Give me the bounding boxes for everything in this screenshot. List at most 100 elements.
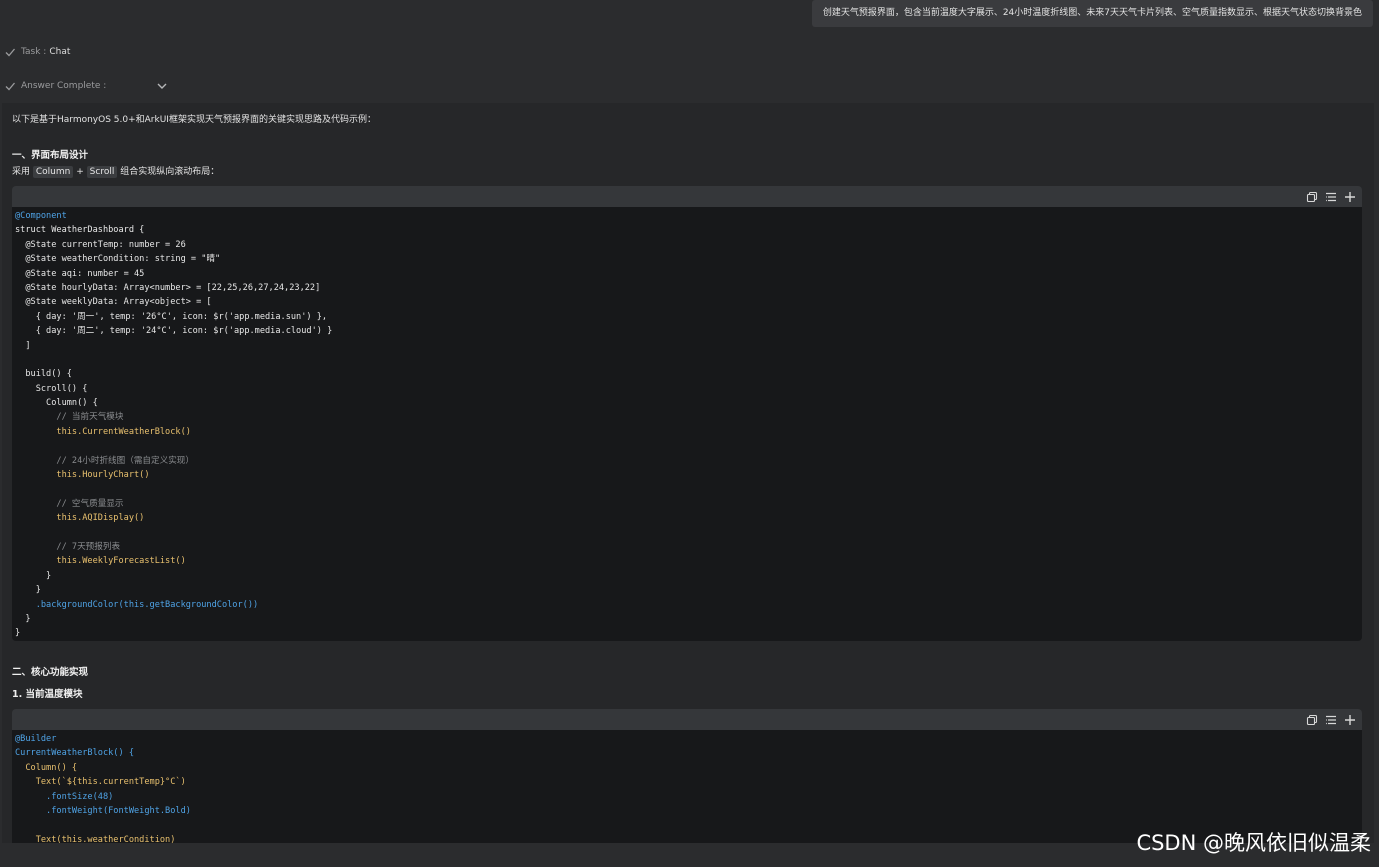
code-line: this.WeeklyForecastList() [15,554,1362,568]
code-token: Scroll() { [15,383,88,394]
code-line: // 7天预报列表 [15,540,1362,554]
code-token: this.WeeklyForecastList() [15,556,186,567]
code-token: } [15,585,41,596]
code-token: // 7天预报列表 [15,541,121,552]
watermark: CSDN @晚风依旧似温柔 [1136,831,1371,855]
code-token: Column() { [15,398,98,409]
code-line: this.CurrentWeatherBlock() [15,425,1362,439]
copy-icon[interactable] [1306,714,1318,726]
expand-icon[interactable] [1344,191,1356,203]
code-token: @Component [15,211,67,221]
answer-status-label: Answer Complete : [21,81,107,91]
wrap-lines-icon[interactable] [1325,714,1337,726]
code-block: @Component struct WeatherDashboard { @St… [12,186,1362,641]
chevron-down-icon[interactable] [156,80,168,92]
code-token: ] [15,340,31,351]
code-line: // 空气质量显示 [15,497,1362,511]
check-icon [5,82,15,91]
code-token: // 空气质量显示 [15,498,124,509]
code-token: @State aqi: number = 45 [15,268,145,279]
section-heading: 二、核心功能实现 [12,667,89,678]
code-body: @Component struct WeatherDashboard { @St… [12,207,1362,641]
section-description: 采用 Column + Scroll 组合实现纵向滚动布局： [12,164,220,178]
code-token: @State weatherCondition: string = "晴" [15,254,221,265]
code-toolbar [12,709,1362,730]
code-line: // 当前天气模块 [15,410,1362,424]
chat-page: 创建天气预报界面，包含当前温度大字展示、24小时温度折线图、未来7天天气卡片列表… [0,0,1379,867]
code-toolbar [12,186,1362,207]
code-line: @Component [15,209,1362,223]
expand-icon[interactable] [1344,714,1356,726]
code-line: @State currentTemp: number = 26 [15,238,1362,252]
user-message-text: 创建天气预报界面，包含当前温度大字展示、24小时温度折线图、未来7天天气卡片列表… [822,8,1362,18]
code-token: struct WeatherDashboard { [15,225,145,236]
answer-intro: 以下是基于HarmonyOS 5.0+和ArkUI框架实现天气预报界面的关键实现… [12,115,376,125]
desc-prefix: 采用 [12,167,31,177]
check-icon [5,48,15,57]
code-token: // 当前天气模块 [15,412,124,423]
code-token: CurrentWeatherBlock() { [15,748,134,759]
desc-plus: + [76,167,84,177]
code-token: { day: '周一', temp: '26°C', icon: $r('app… [15,311,328,322]
wrap-lines-icon[interactable] [1325,191,1337,203]
code-line: { day: '周二', temp: '24°C', icon: $r('app… [15,324,1362,338]
code-token: // 24小时折线图（需自定义实现） [15,455,194,466]
code-line: build() { [15,367,1362,381]
code-token: { day: '周二', temp: '24°C', icon: $r('app… [15,326,333,337]
code-token: this.CurrentWeatherBlock() [15,426,191,437]
answer-panel: 以下是基于HarmonyOS 5.0+和ArkUI框架实现天气预报界面的关键实现… [2,103,1374,843]
code-token: } [15,628,21,639]
task-value: Chat [49,47,71,57]
code-line: // 24小时折线图（需自定义实现） [15,454,1362,468]
code-line: this.AQIDisplay() [15,511,1362,525]
inline-code-scroll: Scroll [86,166,118,178]
code-line: { day: '周一', temp: '26°C', icon: $r('app… [15,310,1362,324]
code-line: @State weeklyData: Array<object> = [ [15,295,1362,309]
code-token: Column() { [15,762,78,773]
code-token: @Builder [15,734,57,744]
code-line: @Builder [15,732,1362,746]
desc-suffix: 组合实现纵向滚动布局： [120,167,220,177]
code-token: @State weeklyData: Array<object> = [ [15,297,212,308]
code-token: this.AQIDisplay() [15,513,145,524]
code-line: this.HourlyChart() [15,468,1362,482]
code-line: Scroll() { [15,382,1362,396]
code-token: } [15,613,31,624]
subsection-heading: 1. 当前温度模块 [12,689,83,700]
section-heading: 一、界面布局设计 [12,150,89,161]
inline-code-column: Column [32,166,74,178]
code-line: @State weatherCondition: string = "晴" [15,252,1362,266]
code-line: .fontSize(48) [15,790,1362,804]
code-token: @State currentTemp: number = 26 [15,239,186,250]
code-line: .fontWeight(FontWeight.Bold) [15,804,1362,818]
task-label: Task : [21,47,47,57]
code-token: } [15,570,52,581]
code-token: .backgroundColor(this.getBackgroundColor… [15,599,259,610]
code-token: Text(`${this.currentTemp}°C`) [15,777,186,788]
code-token: @State hourlyData: Array<number> = [22,2… [15,282,321,293]
code-line: CurrentWeatherBlock() { [15,746,1362,760]
code-line: Column() { [15,761,1362,775]
code-line: .backgroundColor(this.getBackgroundColor… [15,598,1362,612]
code-block: @Builder CurrentWeatherBlock() { Column(… [12,709,1362,843]
code-token: .fontSize(48) [15,791,114,802]
code-line: ] [15,339,1362,353]
code-token: .fontWeight(FontWeight.Bold) [15,805,191,816]
code-line: } [15,583,1362,597]
code-token: Text(this.weatherCondition) [15,834,176,843]
code-line: Text(`${this.currentTemp}°C`) [15,775,1362,789]
code-line: struct WeatherDashboard { [15,223,1362,237]
code-line: @State hourlyData: Array<number> = [22,2… [15,281,1362,295]
code-line: } [15,612,1362,626]
code-token: build() { [15,369,72,380]
copy-icon[interactable] [1306,191,1318,203]
task-status-row: Task : Chat [4,44,70,60]
code-line: } [15,569,1362,583]
code-line: Column() { [15,396,1362,410]
code-line: @State aqi: number = 45 [15,267,1362,281]
code-line: } [15,626,1362,640]
answer-status-row[interactable]: Answer Complete : [4,78,168,94]
